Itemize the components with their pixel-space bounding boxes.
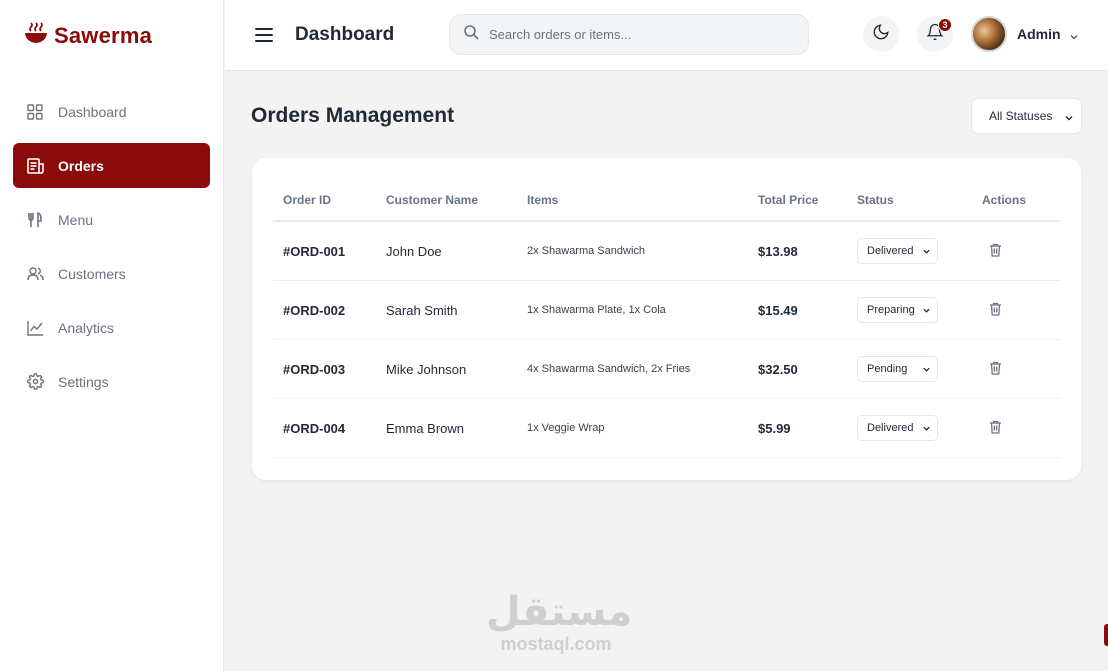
status-value: Preparing <box>867 304 915 316</box>
chevron-down-icon <box>922 365 931 374</box>
table-header: Order ID Customer Name Items Total Price… <box>273 180 1060 222</box>
table-row: #ORD-001 John Doe 2x Shawarma Sandwich $… <box>273 222 1060 281</box>
search-icon <box>463 24 479 45</box>
table-row: #ORD-002 Sarah Smith 1x Shawarma Plate, … <box>273 281 1060 340</box>
grid-icon <box>26 103 44 121</box>
chevron-down-icon <box>922 247 931 256</box>
bowl-icon <box>24 22 48 49</box>
sidebar-item-analytics[interactable]: Analytics <box>13 305 210 350</box>
order-id: #ORD-003 <box>283 361 346 377</box>
status-select[interactable]: Pending <box>857 356 938 382</box>
avatar <box>971 16 1007 52</box>
chart-line-icon <box>26 319 44 337</box>
customer-name: Sarah Smith <box>386 302 458 318</box>
chevron-down-icon <box>1069 29 1079 40</box>
table-row: #ORD-003 Mike Johnson 4x Shawarma Sandwi… <box>273 340 1060 399</box>
column-header-items: Items <box>527 193 559 207</box>
order-total: $15.49 <box>758 302 798 318</box>
sidebar-item-settings[interactable]: Settings <box>13 359 210 404</box>
sidebar-item-dashboard[interactable]: Dashboard <box>13 89 210 134</box>
customer-name: Mike Johnson <box>386 361 467 377</box>
chevron-down-icon <box>922 306 931 315</box>
sidebar-item-label: Settings <box>58 373 109 390</box>
hamburger-menu-icon[interactable] <box>254 25 274 45</box>
edge-tab[interactable] <box>1104 624 1108 646</box>
sidebar-item-label: Dashboard <box>58 103 127 120</box>
status-select[interactable]: Delivered <box>857 415 938 441</box>
theme-toggle-button[interactable] <box>863 16 899 52</box>
sidebar-item-label: Analytics <box>58 319 115 336</box>
page-title: Dashboard <box>295 24 395 45</box>
column-header-customer-name: Customer Name <box>386 193 479 207</box>
order-id: #ORD-004 <box>283 420 346 436</box>
notification-badge: 3 <box>938 18 952 32</box>
sidebar-item-label: Menu <box>58 211 94 228</box>
order-total: $13.98 <box>758 243 798 259</box>
status-value: Delivered <box>867 422 914 434</box>
search-input[interactable] <box>489 27 789 42</box>
status-filter-value: All Statuses <box>989 109 1053 123</box>
sidebar-item-label: Orders <box>58 157 104 174</box>
customer-name: John Doe <box>386 243 442 259</box>
gear-icon <box>26 373 44 391</box>
trash-icon[interactable] <box>989 420 1003 434</box>
chevron-down-icon <box>922 424 931 433</box>
status-filter-select[interactable]: All Statuses <box>971 98 1082 134</box>
watermark: مستقل mostaql.com <box>486 589 633 654</box>
trash-icon[interactable] <box>989 302 1003 316</box>
order-total: $32.50 <box>758 361 798 377</box>
sidebar-item-customers[interactable]: Customers <box>13 251 210 296</box>
brand-name: Sawerma <box>54 22 153 48</box>
column-header-actions: Actions <box>982 193 1027 207</box>
notifications-button[interactable]: 3 <box>917 16 953 52</box>
trash-icon[interactable] <box>989 243 1003 257</box>
chevron-down-icon <box>1064 112 1074 122</box>
column-header-total-price: Total Price <box>758 193 819 207</box>
receipt-icon <box>26 157 44 175</box>
status-select[interactable]: Delivered <box>857 238 938 264</box>
watermark-latin: mostaql.com <box>500 634 612 654</box>
top-header: Dashboard 3 Admin <box>225 0 1108 71</box>
users-icon <box>26 265 44 283</box>
sidebar-nav: Dashboard Orders Menu Customers Analytic… <box>13 89 210 413</box>
sidebar: Sawerma Dashboard Orders Menu Customers … <box>0 0 224 671</box>
status-value: Pending <box>867 363 908 375</box>
status-value: Delivered <box>867 245 914 257</box>
user-menu[interactable]: Admin <box>971 16 1079 52</box>
user-name: Admin <box>1017 26 1061 42</box>
orders-card: Order ID Customer Name Items Total Price… <box>252 158 1081 480</box>
customer-name: Emma Brown <box>386 420 465 436</box>
orders-table: Order ID Customer Name Items Total Price… <box>273 180 1060 458</box>
watermark-arabic: مستقل <box>486 589 633 635</box>
order-id: #ORD-002 <box>283 302 346 318</box>
search-bar <box>449 14 809 55</box>
sidebar-item-menu[interactable]: Menu <box>13 197 210 242</box>
table-row: #ORD-004 Emma Brown 1x Veggie Wrap $5.99… <box>273 399 1060 458</box>
section-title: Orders Management <box>251 104 455 127</box>
status-select[interactable]: Preparing <box>857 297 938 323</box>
utensils-icon <box>26 211 44 229</box>
order-items: 2x Shawarma Sandwich <box>527 245 646 257</box>
order-id: #ORD-001 <box>283 243 346 259</box>
order-total: $5.99 <box>758 420 791 436</box>
order-items: 1x Shawarma Plate, 1x Cola <box>527 304 666 316</box>
order-items: 1x Veggie Wrap <box>527 422 605 434</box>
sidebar-item-orders[interactable]: Orders <box>13 143 210 188</box>
column-header-order-id: Order ID <box>283 193 332 207</box>
brand-logo[interactable]: Sawerma <box>24 22 152 49</box>
order-items: 4x Shawarma Sandwich, 2x Fries <box>527 363 691 375</box>
moon-icon <box>872 23 890 46</box>
trash-icon[interactable] <box>989 361 1003 375</box>
column-header-status: Status <box>857 193 894 207</box>
sidebar-item-label: Customers <box>58 265 126 282</box>
